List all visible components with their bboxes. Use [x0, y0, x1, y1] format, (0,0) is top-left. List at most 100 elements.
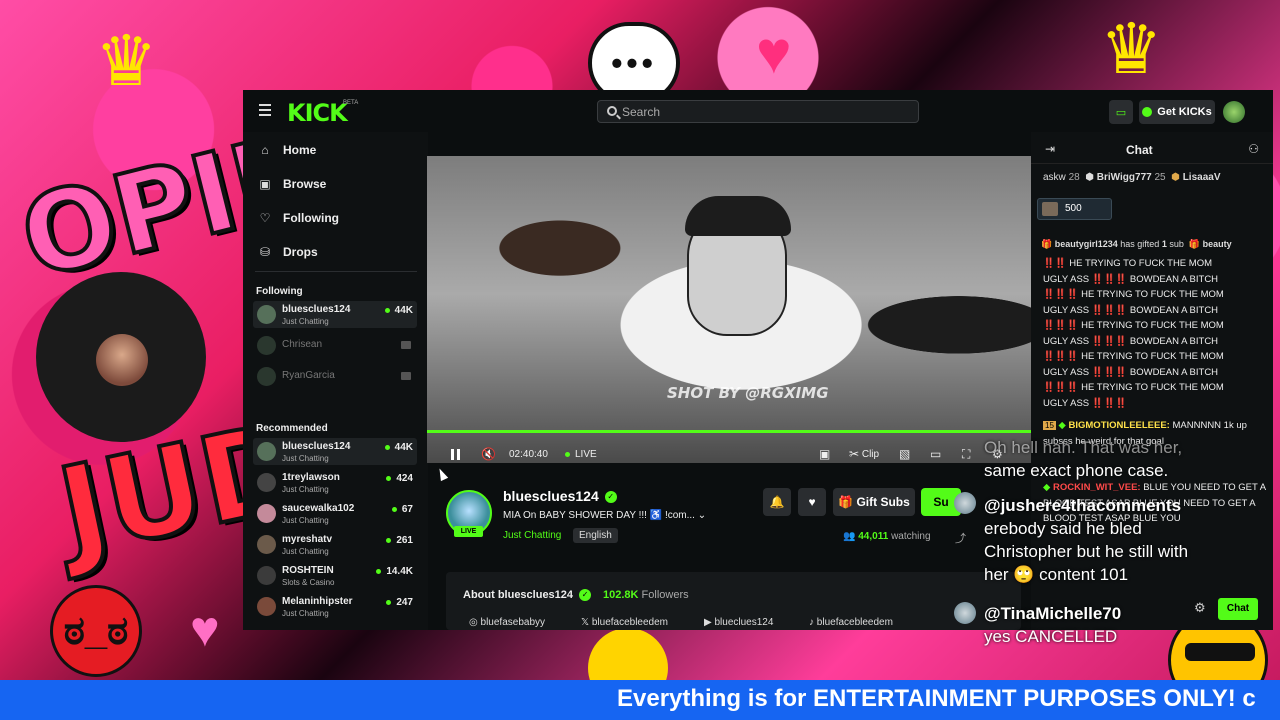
- moderator-icon: ◆: [1043, 482, 1051, 493]
- ticker-bar: Everything is for ENTERTAINMENT PURPOSES…: [0, 680, 1280, 720]
- chat-username[interactable]: BIGMOTIONLEELEEE:: [1069, 420, 1170, 431]
- recommended-channel[interactable]: Melaninhipster Just Chatting 247: [253, 593, 417, 620]
- notification-button[interactable]: 🔔: [763, 488, 791, 516]
- get-kicks-button[interactable]: Get KICKs: [1139, 100, 1215, 124]
- kicks-coin-icon: [1142, 107, 1153, 117]
- overlay-message: @TinaMichelle70 yes CANCELLED: [984, 602, 1121, 648]
- recommended-channel[interactable]: saucewalka102 Just Chatting 67: [253, 500, 417, 527]
- gift-subs-button[interactable]: 🎁 Gift Subs: [833, 488, 915, 516]
- gift-event: 🎁 beautygirl1234 has gifted 1 sub 🎁 beau…: [1041, 239, 1232, 250]
- overlay-line: Christopher but he still with: [984, 542, 1189, 561]
- chat-message-line: ‼️‼️‼️ HE TRYING TO FUCK THE MOM: [1043, 351, 1224, 362]
- channel-title[interactable]: bluesclues124 ✓: [503, 488, 617, 504]
- store-button[interactable]: ▭: [1109, 100, 1133, 124]
- chevron-down-icon[interactable]: ⌄: [695, 510, 706, 521]
- channel-viewers: 67: [391, 504, 413, 515]
- viewer-icon: 👥: [843, 531, 856, 542]
- heart-icon: ♡: [259, 211, 271, 225]
- quality-button[interactable]: ▧: [899, 446, 910, 462]
- channel-name: saucewalka102: [282, 503, 355, 514]
- stream-title-text: MIA On BABY SHOWER DAY !!! ♿️ !com...: [503, 510, 695, 521]
- following-heading: Following: [256, 286, 303, 297]
- tiktok-link[interactable]: ♪ bluefacebleedem: [809, 617, 893, 628]
- chat-message-line: UGLY ASS ‼️‼️‼️ BOWDEAN A BITCH: [1043, 273, 1219, 285]
- live-dot-icon: [391, 506, 397, 512]
- gift-event-user[interactable]: beautygirl1234: [1055, 239, 1118, 249]
- channel-viewers-count: 44K: [394, 305, 413, 316]
- tiktok-icon: ♪: [809, 617, 814, 628]
- nav-browse[interactable]: ▣ Browse: [259, 174, 326, 194]
- user-avatar[interactable]: [1223, 101, 1245, 123]
- chat-username[interactable]: ROCKIN_WIT_VEE:: [1053, 482, 1141, 493]
- channel-avatar: [257, 535, 276, 554]
- verified-icon: ✓: [604, 491, 617, 504]
- moderator-icon: ◆: [1058, 420, 1066, 431]
- stream-category[interactable]: Just Chatting: [503, 530, 561, 541]
- about-title-text: About bluesclues124: [463, 589, 574, 601]
- follow-button[interactable]: ♥: [798, 488, 826, 516]
- social-handle: bluefasebabyy: [480, 617, 546, 628]
- chat-message: ‼️‼️ HE TRYING TO FUCK THE MOM UGLY ASS …: [1043, 256, 1268, 411]
- search-input[interactable]: [622, 103, 912, 120]
- progress-bar[interactable]: [427, 430, 1031, 433]
- gifter-name[interactable]: BriWigg777: [1097, 172, 1152, 183]
- clip-icon: ✂: [849, 447, 860, 461]
- channel-name: RyanGarcia: [282, 370, 335, 381]
- channel-avatar: [257, 504, 276, 523]
- channel-avatar: [257, 367, 276, 386]
- channel-avatar: [257, 305, 276, 324]
- send-chat-button[interactable]: Chat: [1218, 598, 1258, 620]
- followers-label: Followers: [641, 589, 689, 601]
- sidebar: ⌂ Home ▣ Browse ♡ Following ⛁ Drops Followin…: [243, 132, 428, 630]
- language-tag[interactable]: English: [573, 528, 618, 543]
- channel-avatar: [257, 336, 276, 355]
- stream-title[interactable]: MIA On BABY SHOWER DAY !!! ♿️ !com... ⌄: [503, 510, 723, 521]
- channel-category: Just Chatting: [282, 485, 329, 494]
- gift-event-next: beauty: [1202, 239, 1232, 249]
- gifter-name[interactable]: LisaaaV: [1183, 172, 1221, 183]
- nav-following[interactable]: ♡ Following: [259, 208, 339, 228]
- pause-button[interactable]: [451, 446, 463, 462]
- channel-avatar: [257, 442, 276, 461]
- chat-users-icon[interactable]: ⚇: [1248, 142, 1259, 156]
- recommended-channel[interactable]: ROSHTEIN Slots & Casino 14.4K: [253, 562, 417, 589]
- channel-viewers: 14.4K: [376, 566, 413, 577]
- chat-message-line: UGLY ASS ‼️‼️‼️ BOWDEAN A BITCH: [1043, 335, 1219, 347]
- channel-viewers-count: 14.4K: [386, 566, 413, 577]
- cartoon-face-overlay: [685, 196, 791, 336]
- gift-badge-icon: ⬢: [1171, 172, 1180, 183]
- channel-category: Slots & Casino: [282, 578, 335, 587]
- share-icon[interactable]: ⤴: [955, 530, 966, 546]
- gift-event-count: 1: [1161, 239, 1167, 249]
- following-channel[interactable]: RyanGarcia: [253, 363, 417, 390]
- following-channel[interactable]: Chrisean: [253, 332, 417, 359]
- search-bar[interactable]: [597, 100, 919, 123]
- mute-button[interactable]: 🔇: [481, 446, 496, 462]
- nav-drops[interactable]: ⛁ Drops: [259, 242, 318, 262]
- fullscreen-button[interactable]: ⛶: [962, 446, 970, 462]
- recommended-channel[interactable]: 1treylawson Just Chatting 424: [253, 469, 417, 496]
- kick-logo[interactable]: KICK: [287, 99, 348, 127]
- youtube-link[interactable]: ▶ blueclues124: [704, 617, 773, 628]
- gifter-name[interactable]: askw: [1043, 172, 1066, 183]
- offline-icon: [401, 372, 411, 380]
- pinned-gift[interactable]: 500: [1037, 198, 1112, 220]
- channel-viewers-count: 67: [401, 504, 413, 515]
- theater-button[interactable]: ▭: [930, 446, 941, 462]
- viewer-count: 👥 44,011 watching: [843, 531, 931, 542]
- gift-subs-label: Gift Subs: [856, 495, 910, 509]
- recommended-channel[interactable]: bluesclues124 Just Chatting 44K: [253, 438, 417, 465]
- menu-icon[interactable]: [259, 104, 271, 106]
- pip-button[interactable]: ▣: [819, 446, 830, 462]
- clip-button[interactable]: ✂ Clip: [849, 446, 879, 462]
- x-link[interactable]: 𝕏 bluefacebleedem: [581, 617, 668, 628]
- recommended-channel[interactable]: myreshatv Just Chatting 261: [253, 531, 417, 558]
- collapse-chat-icon[interactable]: ⇥: [1045, 142, 1055, 156]
- video-player[interactable]: SHOT BY @RGXIMG 🔇 02:40:40 LIVE ▣ ✂ Clip…: [427, 156, 1031, 463]
- instagram-link[interactable]: ◎ bluefasebabyy: [469, 617, 545, 628]
- instagram-icon: ◎: [469, 617, 478, 628]
- live-dot-icon: [386, 599, 392, 605]
- nav-home[interactable]: ⌂ Home: [259, 140, 316, 160]
- chat-settings-icon[interactable]: ⚙: [1194, 600, 1206, 616]
- following-channel[interactable]: bluesclues124 Just Chatting 44K: [253, 301, 417, 328]
